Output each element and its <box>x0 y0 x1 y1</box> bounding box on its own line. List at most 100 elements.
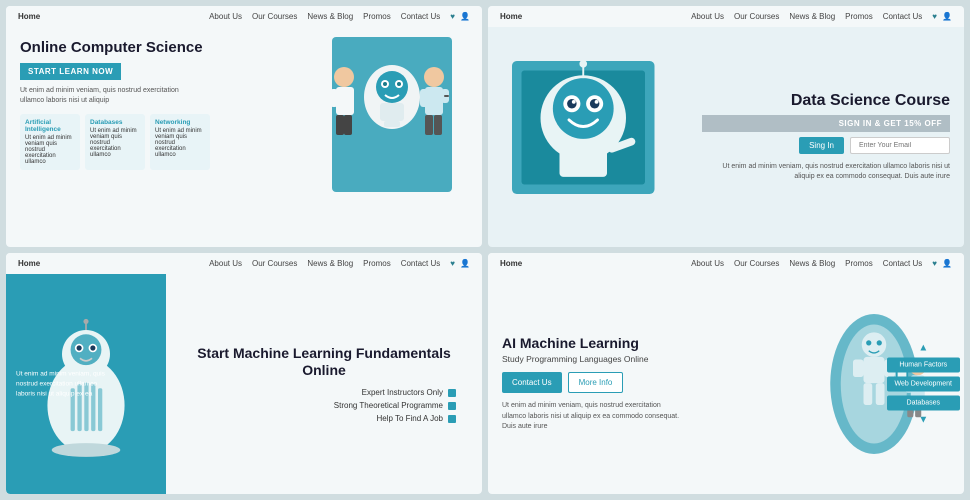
card-ai-title: Artificial Intelligence <box>25 119 75 133</box>
nav-items-1: About Us Our Courses News & Blog Promos … <box>209 12 440 21</box>
panel-3-text: Start Machine Learning Fundamentals Onli… <box>166 274 482 494</box>
panel-1-content: Online Computer Science START LEARN NOW … <box>6 27 482 247</box>
nav-about-4[interactable]: About Us <box>691 259 724 268</box>
nav-items-4: About Us Our Courses News & Blog Promos … <box>691 259 922 268</box>
panel-4-btn-row: Contact Us More Info <box>502 372 770 393</box>
nav-home-4[interactable]: Home <box>500 259 522 268</box>
nav-news-1[interactable]: News & Blog <box>307 12 353 21</box>
panel-4-subtitle: Study Programming Languages Online <box>502 354 770 364</box>
panel-2-cta: SIGN IN & GET 15% OFF <box>702 115 950 132</box>
nav-icons-4: ♥ 👤 <box>932 259 952 268</box>
tag-databases[interactable]: Databases <box>887 396 960 411</box>
nav-news-4[interactable]: News & Blog <box>789 259 835 268</box>
nav-about-3[interactable]: About Us <box>209 259 242 268</box>
panel-3-title: Start Machine Learning Fundamentals Onli… <box>182 345 466 379</box>
panel-3-left-text: Ut enim ad minim veniam, quis nostrud ex… <box>16 369 106 398</box>
nav-courses-3[interactable]: Our Courses <box>252 259 297 268</box>
feature-1: Expert Instructors Only <box>362 388 456 397</box>
panel-1-cta[interactable]: START LEARN NOW <box>20 63 121 80</box>
nav-courses-2[interactable]: Our Courses <box>734 12 779 21</box>
nav-home-3[interactable]: Home <box>18 259 40 268</box>
nav-icons-1: ♥ 👤 <box>450 12 470 21</box>
nav-1: Home About Us Our Courses News & Blog Pr… <box>6 6 482 27</box>
feature-3: Help To Find A Job <box>376 414 456 423</box>
nav-items-2: About Us Our Courses News & Blog Promos … <box>691 12 922 21</box>
panel-4-robot: ▲ Human Factors Web Development Database… <box>784 274 964 494</box>
card-ai: Artificial Intelligence Ut enim ad minim… <box>20 114 80 170</box>
panel-machine-learning: Home About Us Our Courses News & Blog Pr… <box>6 253 482 494</box>
panel-2-sign-row: Sing In <box>702 137 950 154</box>
panel-4-content: AI Machine Learning Study Programming La… <box>488 274 964 494</box>
panel-3-content: Ut enim ad minim veniam, quis nostrud ex… <box>6 274 482 494</box>
nav-icons-2: ♥ 👤 <box>932 12 952 21</box>
nav-contact-2[interactable]: Contact Us <box>883 12 923 21</box>
card-net: Networking Ut enim ad minim veniam quis … <box>150 114 210 170</box>
card-net-title: Networking <box>155 119 205 126</box>
feature-3-dot <box>448 415 456 423</box>
nav-2: Home About Us Our Courses News & Blog Pr… <box>488 6 964 27</box>
panel-computer-science: Home About Us Our Courses News & Blog Pr… <box>6 6 482 247</box>
panel-4-tags: ▲ Human Factors Web Development Database… <box>887 343 960 426</box>
panel-1-svg <box>272 27 482 227</box>
nav-home-1[interactable]: Home <box>18 12 40 21</box>
email-input[interactable] <box>850 137 950 154</box>
card-ai-desc: Ut enim ad minim veniam quis nostrud exe… <box>25 135 75 165</box>
user-icon-2[interactable]: 👤 <box>942 12 952 21</box>
feature-3-label: Help To Find A Job <box>376 414 443 423</box>
nav-courses-4[interactable]: Our Courses <box>734 259 779 268</box>
nav-promos-2[interactable]: Promos <box>845 12 873 21</box>
nav-news-3[interactable]: News & Blog <box>307 259 353 268</box>
feature-1-dot <box>448 389 456 397</box>
feature-1-label: Expert Instructors Only <box>362 388 443 397</box>
panel-2-robot <box>488 27 688 247</box>
panel-3-features: Expert Instructors Only Strong Theoretic… <box>182 388 466 423</box>
feature-2-label: Strong Theoretical Programme <box>334 401 443 410</box>
card-net-desc: Ut enim ad minim veniam quis nostrud exe… <box>155 128 205 158</box>
heart-icon-3[interactable]: ♥ <box>450 259 455 268</box>
panel-data-science: Home About Us Our Courses News & Blog Pr… <box>488 6 964 247</box>
heart-icon-4[interactable]: ♥ <box>932 259 937 268</box>
panel-4-text: AI Machine Learning Study Programming La… <box>488 274 784 494</box>
panel-2-content: Data Science Course SIGN IN & GET 15% OF… <box>488 27 964 247</box>
card-db-desc: Ut enim ad minim veniam quis nostrud exe… <box>90 128 140 158</box>
feature-2: Strong Theoretical Programme <box>334 401 456 410</box>
panel-1-desc: Ut enim ad minim veniam, quis nostrud ex… <box>20 86 190 106</box>
nav-contact-1[interactable]: Contact Us <box>401 12 441 21</box>
panel-2-desc: Ut enim ad minim veniam, quis nostrud ex… <box>702 162 950 183</box>
tag-human-factors[interactable]: Human Factors <box>887 358 960 373</box>
nav-promos-4[interactable]: Promos <box>845 259 873 268</box>
nav-promos-3[interactable]: Promos <box>363 259 391 268</box>
nav-news-2[interactable]: News & Blog <box>789 12 835 21</box>
panel-4-desc: Ut enim ad minim veniam, quis nostrud ex… <box>502 401 682 433</box>
tag-arrow-up[interactable]: ▲ <box>887 343 960 354</box>
more-info-button[interactable]: More Info <box>568 372 624 393</box>
panel-2-title: Data Science Course <box>702 92 950 110</box>
nav-home-2[interactable]: Home <box>500 12 522 21</box>
nav-items-3: About Us Our Courses News & Blog Promos … <box>209 259 440 268</box>
nav-3: Home About Us Our Courses News & Blog Pr… <box>6 253 482 274</box>
sign-in-button[interactable]: Sing In <box>799 137 844 154</box>
panel-2-svg <box>488 42 688 232</box>
panel-4-title: AI Machine Learning <box>502 335 770 351</box>
nav-about-2[interactable]: About Us <box>691 12 724 21</box>
nav-contact-3[interactable]: Contact Us <box>401 259 441 268</box>
panel-2-text: Data Science Course SIGN IN & GET 15% OF… <box>688 27 964 247</box>
heart-icon-2[interactable]: ♥ <box>932 12 937 21</box>
user-icon-3[interactable]: 👤 <box>460 259 470 268</box>
heart-icon[interactable]: ♥ <box>450 12 455 21</box>
card-db-title: Databases <box>90 119 140 126</box>
contact-us-button[interactable]: Contact Us <box>502 372 562 393</box>
panel-3-robot: Ut enim ad minim veniam, quis nostrud ex… <box>6 274 166 494</box>
user-icon-4[interactable]: 👤 <box>942 259 952 268</box>
panel-1-illustration <box>272 27 482 247</box>
nav-courses-1[interactable]: Our Courses <box>252 12 297 21</box>
user-icon[interactable]: 👤 <box>460 12 470 21</box>
nav-4: Home About Us Our Courses News & Blog Pr… <box>488 253 964 274</box>
nav-icons-3: ♥ 👤 <box>450 259 470 268</box>
card-db: Databases Ut enim ad minim veniam quis n… <box>85 114 145 170</box>
nav-promos-1[interactable]: Promos <box>363 12 391 21</box>
nav-about-1[interactable]: About Us <box>209 12 242 21</box>
tag-arrow-down[interactable]: ▼ <box>887 415 960 426</box>
nav-contact-4[interactable]: Contact Us <box>883 259 923 268</box>
tag-web-development[interactable]: Web Development <box>887 377 960 392</box>
